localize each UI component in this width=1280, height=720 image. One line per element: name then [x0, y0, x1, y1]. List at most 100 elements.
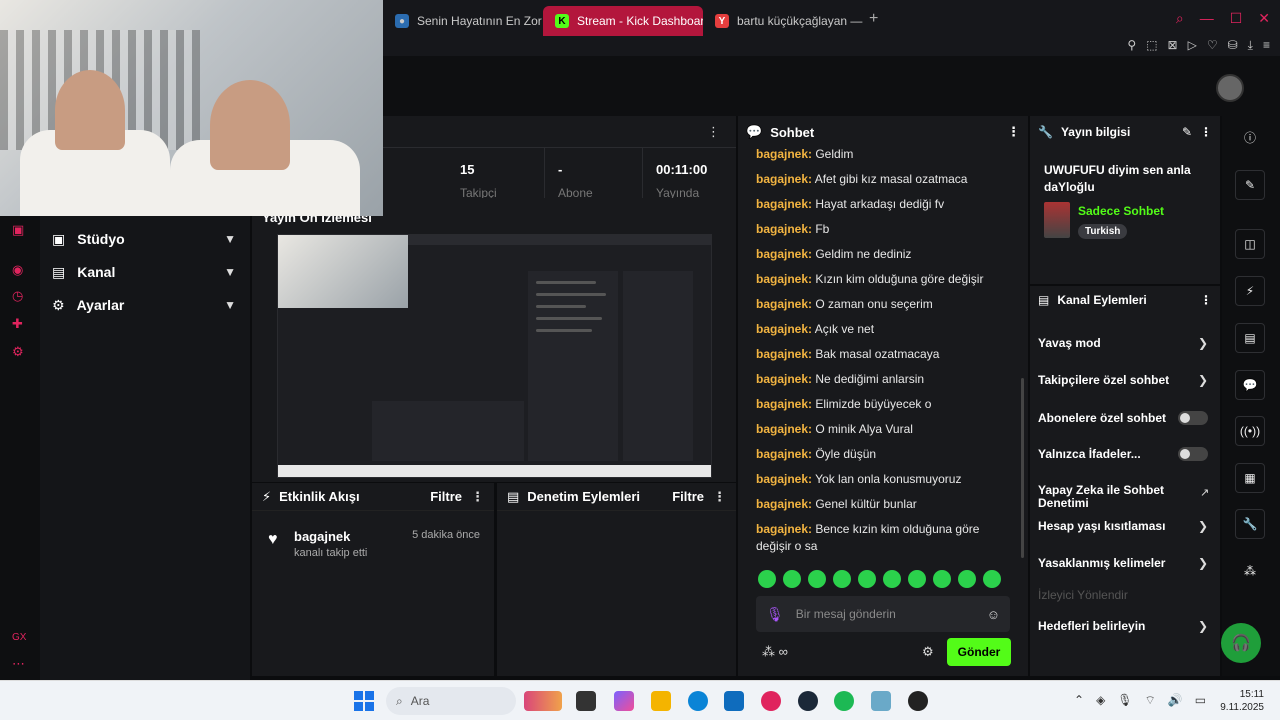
- emote-icon[interactable]: [983, 570, 1001, 588]
- camera-icon[interactable]: ◫: [1235, 229, 1265, 259]
- sidebar-item-channel[interactable]: ▤ Kanal ▼: [52, 260, 236, 284]
- widgets-icon[interactable]: [524, 691, 562, 711]
- action-set-goals[interactable]: Hedefleri belirleyin ❯: [1038, 620, 1208, 633]
- more-options-icon[interactable]: ⋮: [471, 489, 484, 505]
- chat-username[interactable]: bagajnek:: [756, 272, 812, 286]
- record-icon[interactable]: ◉: [12, 262, 28, 278]
- chat-username[interactable]: bagajnek:: [756, 147, 812, 161]
- layout-icon[interactable]: ▦: [1235, 463, 1265, 493]
- chat-username[interactable]: bagajnek:: [756, 497, 812, 511]
- volume-icon[interactable]: 🔊: [1168, 693, 1183, 708]
- subscribers-only-toggle[interactable]: [1178, 411, 1208, 425]
- maximize-icon[interactable]: ☐: [1230, 10, 1243, 27]
- filter-button[interactable]: Filtre: [672, 489, 704, 504]
- play-icon[interactable]: ▷: [1188, 38, 1197, 53]
- app-icon[interactable]: [871, 691, 891, 711]
- taskbar-clock[interactable]: 15:11 9.11.2025: [1220, 688, 1264, 714]
- search-icon[interactable]: ⌕: [1176, 10, 1184, 27]
- chat-scrollbar[interactable]: [1021, 378, 1024, 558]
- action-banned-words[interactable]: Yasaklanmış kelimeler ❯: [1038, 557, 1208, 570]
- emote-menu-icon[interactable]: ⁂ ∞: [762, 644, 788, 660]
- sidebar-item-studio[interactable]: ▣ Stüdyo ▼: [52, 227, 236, 251]
- wrench-icon[interactable]: 🔧: [1235, 509, 1265, 539]
- emotes-only-toggle[interactable]: [1178, 447, 1208, 461]
- minimize-icon[interactable]: —: [1200, 10, 1214, 27]
- emote-icon[interactable]: [908, 570, 926, 588]
- screenshot-icon[interactable]: ⬚: [1146, 38, 1157, 53]
- stream-preview-video[interactable]: [277, 234, 712, 478]
- clock-icon[interactable]: ◷: [12, 288, 28, 304]
- emoji-icon[interactable]: ☺: [987, 607, 1000, 622]
- external-link-icon[interactable]: ↗: [1200, 486, 1209, 499]
- emote-icon[interactable]: [883, 570, 901, 588]
- more-options-icon[interactable]: ⋮: [1200, 125, 1212, 139]
- action-subscribers-only[interactable]: Abonelere özel sohbet: [1038, 411, 1208, 425]
- wifi-icon[interactable]: ⌔: [1145, 693, 1156, 708]
- shield-icon[interactable]: ⊠: [1168, 38, 1178, 53]
- chat-username[interactable]: bagajnek:: [756, 197, 812, 211]
- edge-icon[interactable]: [688, 691, 708, 711]
- emote-icon[interactable]: [833, 570, 851, 588]
- new-tab-button[interactable]: +: [869, 10, 878, 28]
- gx-icon[interactable]: GX: [12, 632, 28, 648]
- task-view-icon[interactable]: [576, 691, 596, 711]
- chat-username[interactable]: bagajnek:: [756, 297, 812, 311]
- tab-youtube-video[interactable]: ● Senin Hayatının En Zor Se: [383, 6, 543, 36]
- battery-icon[interactable]: ▭: [1195, 693, 1206, 708]
- more-options-icon[interactable]: ⋮: [707, 124, 720, 140]
- emote-icon[interactable]: [758, 570, 776, 588]
- chat-username[interactable]: bagajnek:: [756, 397, 812, 411]
- microphone-icon[interactable]: 🎙: [766, 606, 784, 623]
- chat-username[interactable]: bagajnek:: [756, 522, 812, 536]
- action-followers-only[interactable]: Takipçilere özel sohbet ❯: [1038, 374, 1208, 387]
- action-account-age[interactable]: Hesap yaşı kısıtlaması ❯: [1038, 520, 1208, 533]
- filter-button[interactable]: Filtre: [430, 489, 462, 504]
- chat-username[interactable]: bagajnek:: [756, 347, 812, 361]
- document-icon[interactable]: ▤: [1235, 323, 1265, 353]
- settings-icon[interactable]: ⚙: [12, 344, 28, 360]
- category-link[interactable]: Sadece Sohbet: [1078, 204, 1164, 218]
- tab-kick-dashboard[interactable]: K Stream - Kick Dashboard: [543, 6, 703, 36]
- emote-icon[interactable]: [783, 570, 801, 588]
- emote-icon[interactable]: [958, 570, 976, 588]
- chat-username[interactable]: bagajnek:: [756, 447, 812, 461]
- spotify-icon[interactable]: [834, 691, 854, 711]
- twitch-icon[interactable]: ▣: [12, 222, 28, 238]
- taskbar-search[interactable]: ⌕ Ara: [386, 687, 516, 715]
- wallet-icon[interactable]: ⛁: [1228, 38, 1238, 53]
- more-options-icon[interactable]: ⋮: [1007, 124, 1020, 140]
- broadcast-icon[interactable]: ((•)): [1235, 416, 1265, 446]
- chat-username[interactable]: bagajnek:: [756, 372, 812, 386]
- info-icon[interactable]: ⓘ: [1235, 122, 1265, 152]
- emote-icon[interactable]: [858, 570, 876, 588]
- more-icon[interactable]: ⋯: [12, 656, 28, 672]
- emote-menu-icon[interactable]: ⁂: [1235, 556, 1265, 586]
- pin-icon[interactable]: ⚲: [1127, 38, 1136, 53]
- windows-start-icon[interactable]: [354, 691, 374, 711]
- support-headset-icon[interactable]: 🎧: [1221, 623, 1261, 663]
- chevron-up-icon[interactable]: ⌃: [1074, 693, 1084, 708]
- download-icon[interactable]: ⤓: [1248, 38, 1253, 53]
- steam-icon[interactable]: [798, 691, 818, 711]
- more-options-icon[interactable]: ⋮: [1200, 293, 1212, 307]
- action-slow-mode[interactable]: Yavaş mod ❯: [1038, 337, 1208, 350]
- tray-app-icon[interactable]: ◈: [1096, 693, 1105, 708]
- emote-icon[interactable]: [808, 570, 826, 588]
- chat-username[interactable]: bagajnek:: [756, 472, 812, 486]
- bolt-icon[interactable]: ⚡: [1235, 276, 1265, 306]
- menu-icon[interactable]: ≡: [1263, 38, 1270, 53]
- pencil-icon[interactable]: ✎: [1182, 125, 1192, 139]
- action-emotes-only[interactable]: Yalnızca İfadeler...: [1038, 447, 1208, 461]
- avatar[interactable]: [1216, 74, 1244, 102]
- pencil-icon[interactable]: ✎: [1235, 170, 1265, 200]
- send-button[interactable]: Gönder: [947, 638, 1011, 666]
- obs-icon[interactable]: [908, 691, 928, 711]
- more-options-icon[interactable]: ⋮: [713, 489, 726, 505]
- chat-username[interactable]: bagajnek:: [756, 247, 812, 261]
- chat-username[interactable]: bagajnek:: [756, 422, 812, 436]
- close-icon[interactable]: ✕: [1258, 10, 1270, 27]
- heart-icon[interactable]: ♡: [1207, 38, 1218, 53]
- event-user[interactable]: bagajnek: [294, 529, 350, 544]
- chat-username[interactable]: bagajnek:: [756, 222, 812, 236]
- microphone-icon[interactable]: 🎙: [1117, 693, 1132, 708]
